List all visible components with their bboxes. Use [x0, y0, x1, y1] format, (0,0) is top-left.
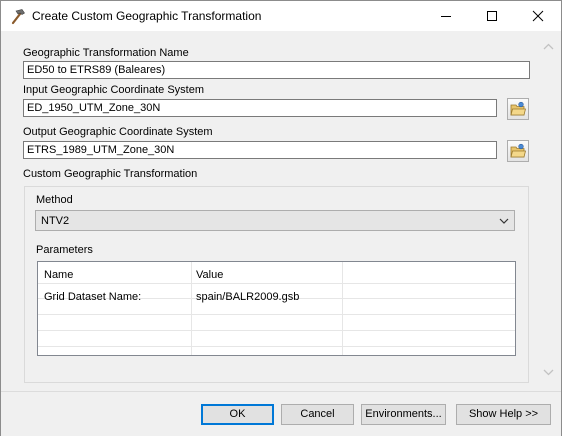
input-gcs-label: Input Geographic Coordinate System [23, 84, 204, 96]
window-title: Create Custom Geographic Transformation [32, 9, 262, 23]
grid-row-line [38, 330, 515, 331]
grid-dataset-name-value[interactable]: spain/BALR2009.gsb [196, 291, 299, 303]
chevron-down-icon [499, 218, 509, 224]
grid-column-separator [191, 262, 192, 355]
dialog-window: Create Custom Geographic Transformation … [0, 0, 562, 436]
dialog-content: Geographic Transformation Name ED50 to E… [1, 31, 561, 391]
open-folder-icon [510, 101, 526, 116]
open-folder-icon [510, 143, 526, 158]
scroll-down-arrow-icon[interactable] [543, 369, 554, 376]
environments-button[interactable]: Environments... [361, 404, 446, 425]
grid-column-separator [342, 262, 343, 355]
output-gcs-label: Output Geographic Coordinate System [23, 126, 213, 138]
parameters-grid: Name Value Grid Dataset Name: spain/BALR… [37, 261, 516, 356]
gt-name-input[interactable]: ED50 to ETRS89 (Baleares) [23, 61, 530, 79]
output-gcs-field[interactable]: ETRS_1989_UTM_Zone_30N [23, 141, 497, 159]
column-header-value[interactable]: Value [196, 269, 223, 281]
maximize-icon [487, 11, 497, 21]
hammer-icon [9, 8, 26, 25]
custom-transformation-label: Custom Geographic Transformation [23, 168, 198, 180]
scroll-up-arrow-icon[interactable] [543, 43, 554, 50]
show-help-button[interactable]: Show Help >> [456, 404, 551, 425]
grid-row-line [38, 314, 515, 315]
method-dropdown[interactable]: NTV2 [35, 210, 515, 231]
input-gcs-browse-button[interactable] [507, 98, 529, 120]
button-bar: OK Cancel Environments... Show Help >> [1, 391, 561, 436]
column-header-name[interactable]: Name [44, 269, 73, 281]
output-gcs-browse-button[interactable] [507, 140, 529, 162]
cancel-button[interactable]: Cancel [281, 404, 354, 425]
grid-row-line [38, 346, 515, 347]
method-value: NTV2 [41, 215, 70, 227]
gt-name-label: Geographic Transformation Name [23, 47, 189, 59]
minimize-button[interactable] [423, 1, 469, 31]
grid-dataset-name-label: Grid Dataset Name: [44, 291, 142, 303]
minimize-icon [441, 16, 451, 17]
input-gcs-field[interactable]: ED_1950_UTM_Zone_30N [23, 99, 497, 117]
parameters-label: Parameters [36, 244, 93, 256]
ok-button[interactable]: OK [201, 404, 274, 425]
close-button[interactable] [515, 1, 561, 31]
close-icon [532, 10, 544, 22]
maximize-button[interactable] [469, 1, 515, 31]
method-label: Method [36, 194, 73, 206]
vertical-scrollbar[interactable] [540, 41, 557, 381]
title-bar[interactable]: Create Custom Geographic Transformation [1, 1, 561, 31]
grid-row-line [38, 283, 515, 284]
